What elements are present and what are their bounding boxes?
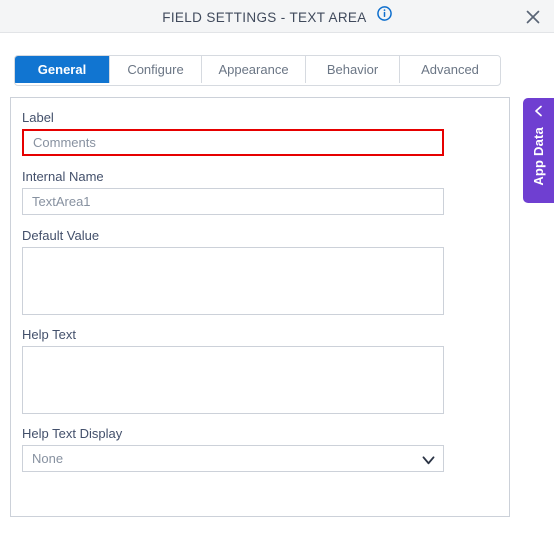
internal-name-field-label: Internal Name: [22, 169, 104, 184]
label-field-label: Label: [22, 110, 54, 125]
default-value-field-group: Default Value: [22, 228, 444, 320]
help-text-field-label: Help Text: [22, 327, 76, 342]
label-field-group: Label: [22, 110, 444, 156]
internal-name-field-group: Internal Name: [22, 169, 444, 215]
general-tab-panel: Label Internal Name Default Value Help T…: [10, 97, 510, 517]
help-text-field-group: Help Text: [22, 327, 444, 419]
page-title: FIELD SETTINGS - TEXT AREA: [0, 0, 554, 33]
chevron-left-icon: [533, 105, 545, 119]
app-data-label: App Data: [531, 127, 546, 186]
tab-configure[interactable]: Configure: [110, 56, 202, 83]
help-text-display-select[interactable]: None: [22, 445, 444, 472]
help-text-display-field-label: Help Text Display: [22, 426, 123, 441]
help-text-display-select-wrap: None: [22, 445, 444, 472]
help-text-textarea[interactable]: [22, 346, 444, 414]
dialog-header: FIELD SETTINGS - TEXT AREA: [0, 0, 554, 33]
settings-tab-bar: General Configure Appearance Behavior Ad…: [14, 55, 501, 86]
tab-general[interactable]: General: [15, 56, 110, 83]
app-data-panel-toggle[interactable]: App Data: [523, 98, 554, 203]
internal-name-input[interactable]: [22, 188, 444, 215]
tab-advanced[interactable]: Advanced: [400, 56, 500, 83]
info-circle-icon[interactable]: [376, 0, 392, 33]
label-input[interactable]: [22, 129, 444, 156]
close-icon: [526, 10, 540, 24]
tab-appearance[interactable]: Appearance: [202, 56, 306, 83]
page-title-text: FIELD SETTINGS - TEXT AREA: [162, 9, 367, 25]
default-value-field-label: Default Value: [22, 228, 100, 243]
tab-behavior[interactable]: Behavior: [306, 56, 400, 83]
help-text-display-field-group: Help Text Display None: [22, 426, 444, 472]
default-value-textarea[interactable]: [22, 247, 444, 315]
close-button[interactable]: [520, 4, 546, 30]
